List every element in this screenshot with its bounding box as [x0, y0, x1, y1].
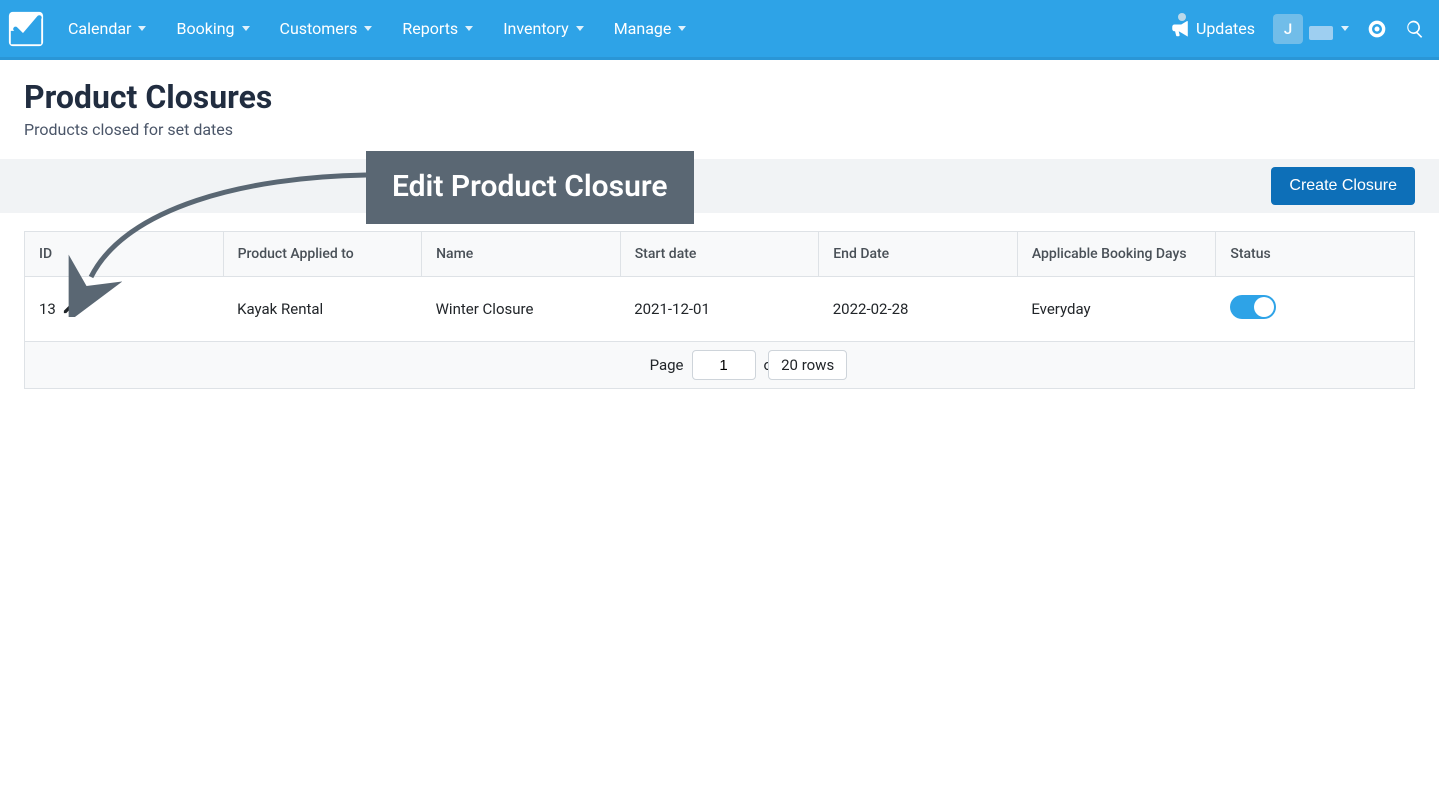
page-header: Product Closures Products closed for set… [0, 60, 1439, 159]
help-button[interactable] [1367, 19, 1387, 39]
nav-manage[interactable]: Manage [614, 19, 687, 38]
toolbar: Edit Product Closure Create Closure [0, 159, 1439, 213]
table-row: 13 Kayak Rental Winter Closure 2021-12-0… [25, 277, 1415, 342]
edit-closure-callout: Edit Product Closure [366, 151, 694, 224]
nav-calendar[interactable]: Calendar [68, 19, 146, 38]
col-days[interactable]: Applicable Booking Days [1017, 232, 1216, 277]
row-days: Everyday [1017, 277, 1216, 342]
row-id: 13 [39, 300, 56, 318]
navbar-right: Updates J [1170, 14, 1425, 44]
nav-label: Customers [280, 19, 358, 38]
nav-label: Reports [402, 19, 458, 38]
nav-customers[interactable]: Customers [280, 19, 373, 38]
nav-inventory[interactable]: Inventory [503, 19, 584, 38]
caret-icon [1341, 26, 1349, 31]
table-header-row: ID Product Applied to Name Start date En… [25, 232, 1415, 277]
notification-dot-icon [1178, 13, 1186, 21]
top-navbar: Calendar Booking Customers Reports Inven… [0, 0, 1439, 60]
locale-flag-icon [1309, 26, 1333, 40]
caret-icon [678, 26, 686, 31]
caret-icon [576, 26, 584, 31]
caret-icon [364, 26, 372, 31]
row-start-date: 2021-12-01 [620, 277, 819, 342]
page-subtitle: Products closed for set dates [24, 120, 1415, 139]
closures-table: ID Product Applied to Name Start date En… [24, 231, 1415, 342]
col-id[interactable]: ID [25, 232, 224, 277]
life-ring-icon [1367, 19, 1387, 39]
megaphone-icon [1170, 20, 1188, 38]
page-input[interactable] [692, 350, 756, 380]
user-menu[interactable]: J [1273, 14, 1349, 44]
nav-booking[interactable]: Booking [176, 19, 249, 38]
create-closure-button[interactable]: Create Closure [1271, 167, 1415, 205]
search-icon [1405, 19, 1425, 39]
row-end-date: 2022-02-28 [819, 277, 1018, 342]
nav-reports[interactable]: Reports [402, 19, 473, 38]
col-start-date[interactable]: Start date [620, 232, 819, 277]
table-footer: Page of 1 20 rows [24, 342, 1415, 389]
closures-table-wrap: ID Product Applied to Name Start date En… [0, 213, 1439, 389]
col-end-date[interactable]: End Date [819, 232, 1018, 277]
col-name[interactable]: Name [422, 232, 621, 277]
nav-label: Booking [176, 19, 234, 38]
main-nav: Calendar Booking Customers Reports Inven… [68, 19, 686, 38]
edit-icon[interactable] [62, 300, 77, 319]
nav-label: Inventory [503, 19, 569, 38]
search-button[interactable] [1405, 19, 1425, 39]
col-product[interactable]: Product Applied to [223, 232, 422, 277]
row-name: Winter Closure [422, 277, 621, 342]
page-label: Page [650, 356, 684, 374]
row-product: Kayak Rental [223, 277, 422, 342]
avatar-initial: J [1284, 20, 1292, 38]
col-status[interactable]: Status [1216, 232, 1415, 277]
page-title: Product Closures [24, 78, 1415, 116]
nav-label: Manage [614, 19, 672, 38]
caret-icon [242, 26, 250, 31]
updates-label: Updates [1196, 19, 1255, 38]
avatar: J [1273, 14, 1303, 44]
status-toggle[interactable] [1230, 295, 1276, 319]
app-logo[interactable] [4, 7, 48, 51]
nav-label: Calendar [68, 19, 131, 38]
toggle-knob-icon [1254, 297, 1274, 317]
rows-per-page-select[interactable]: 20 rows [768, 350, 847, 380]
updates-button[interactable]: Updates [1170, 19, 1255, 38]
caret-icon [465, 26, 473, 31]
caret-icon [138, 26, 146, 31]
